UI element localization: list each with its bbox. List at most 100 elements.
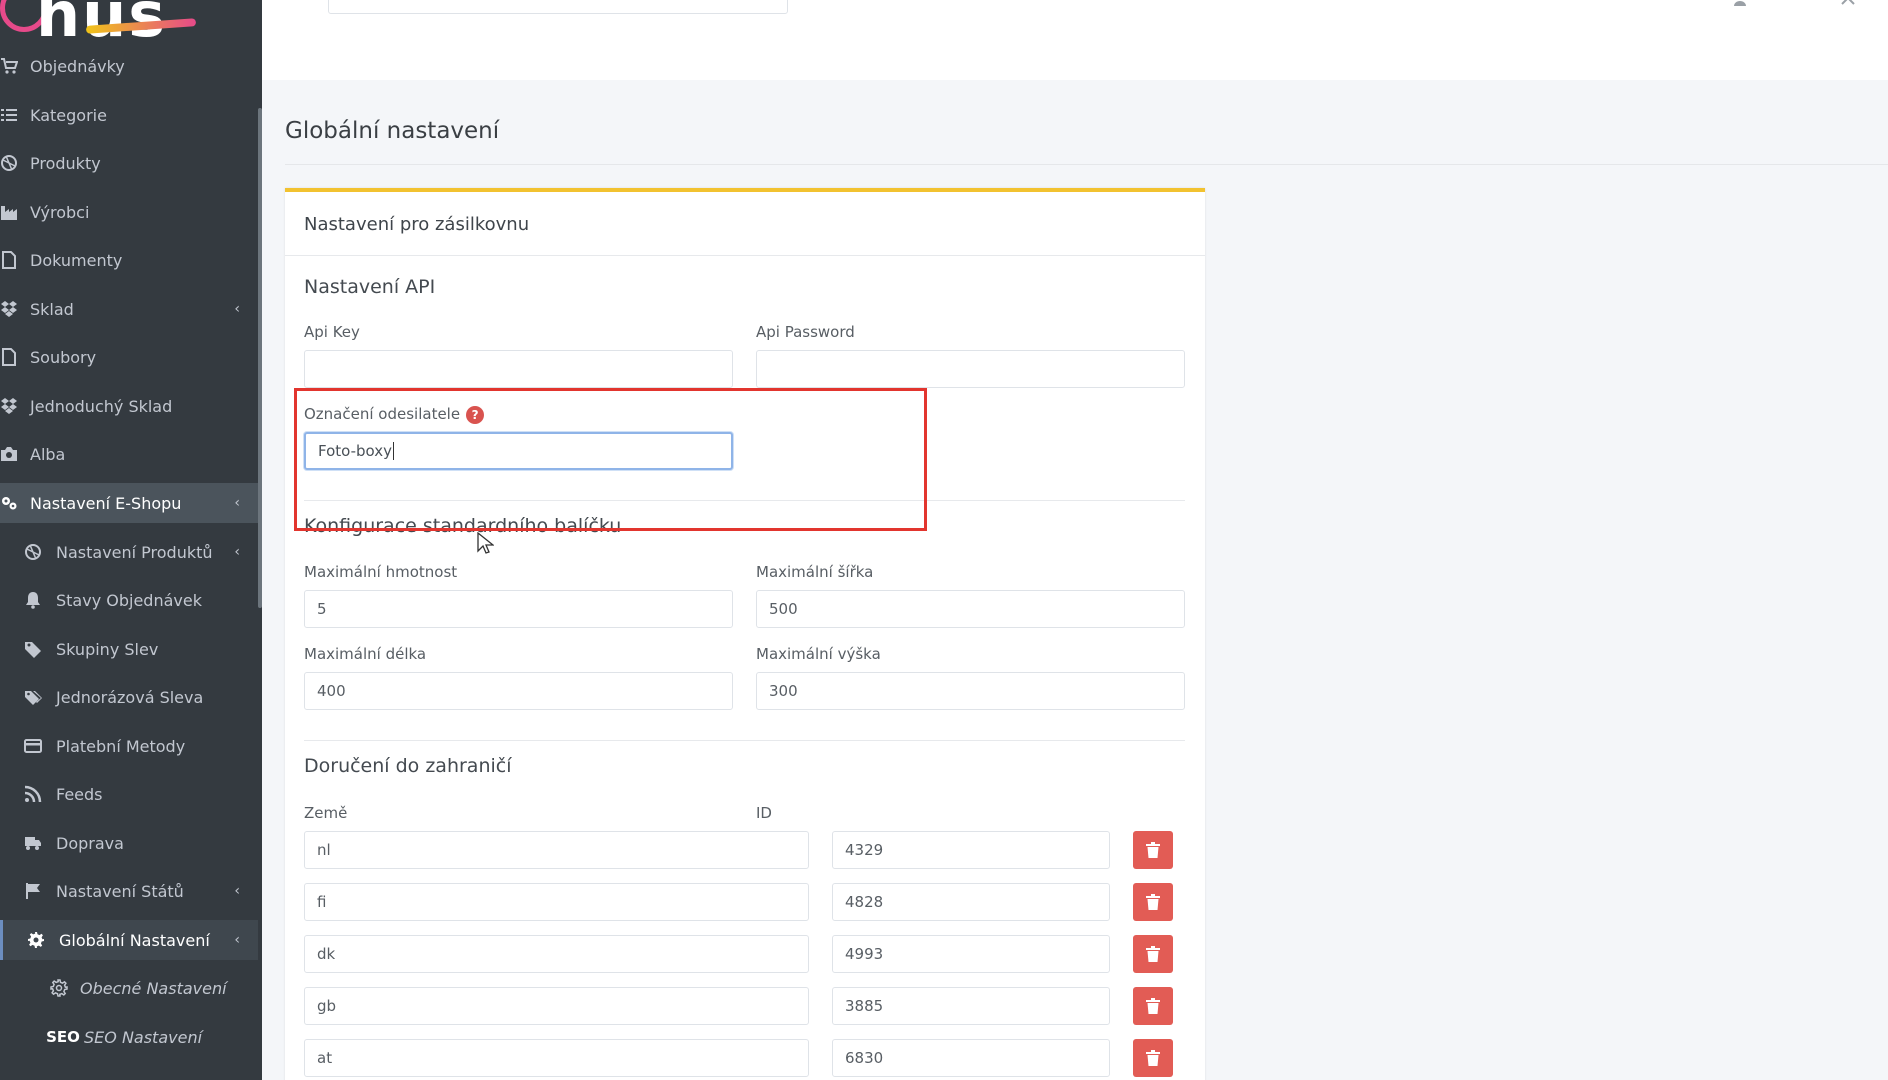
list-icon	[0, 104, 20, 126]
abroad-section-title: Doručení do zahraničí	[304, 755, 512, 777]
sidebar-item-feeds[interactable]: Feeds	[0, 774, 258, 814]
delete-row-button[interactable]	[1133, 935, 1173, 973]
delete-row-button[interactable]	[1133, 883, 1173, 921]
cart-icon	[0, 55, 20, 77]
sidebar-item-platebni-metody[interactable]: Platební Metody	[0, 726, 258, 766]
page-title: Globální nastavení	[285, 118, 500, 144]
trash-icon	[1146, 1050, 1160, 1066]
truck-icon	[22, 832, 44, 854]
max-width-input[interactable]: 500	[756, 590, 1185, 628]
sidebar-item-stavy-objednavek[interactable]: Stavy Objednávek	[0, 580, 258, 620]
sidebar-item-label: Objednávky	[30, 56, 125, 76]
sidebar-item-nastaveni-statu[interactable]: Nastavení Států ‹	[0, 871, 258, 911]
zasilkovna-settings-card: Nastavení pro zásilkovnu Nastavení API A…	[285, 188, 1205, 1080]
sidebar-item-label: Obecné Nastavení	[80, 978, 227, 998]
sidebar-item-dokumenty[interactable]: Dokumenty	[0, 240, 258, 280]
max-length-label: Maximální délka	[304, 645, 427, 663]
card-title: Nastavení pro zásilkovnu	[304, 214, 530, 235]
tags-icon	[22, 686, 44, 708]
sidebar-item-soubory[interactable]: Soubory	[0, 337, 258, 377]
country-input[interactable]: dk	[304, 935, 809, 973]
highlight-annotation	[294, 388, 927, 531]
country-input[interactable]: nl	[304, 831, 809, 869]
tag-icon	[22, 638, 44, 660]
sidebar-item-label: Kategorie	[30, 105, 107, 125]
country-id-input[interactable]: 4993	[832, 935, 1110, 973]
sidebar-item-vyrobci[interactable]: Výrobci	[0, 192, 258, 232]
chevron-left-icon: ‹	[234, 301, 240, 317]
seo-icon: SEO	[46, 1028, 80, 1046]
title-divider	[285, 164, 1888, 165]
country-column-label: Země	[304, 804, 348, 822]
sidebar-item-jednorazova-sleva[interactable]: Jednorázová Sleva	[0, 677, 258, 717]
trash-icon	[1146, 894, 1160, 910]
user-icon[interactable]	[1732, 0, 1748, 6]
sidebar-item-label: Jednoduchý Sklad	[30, 396, 173, 416]
sidebar: hus Objednávky Kategorie Produkty Výrobc…	[0, 0, 262, 1080]
country-input[interactable]: gb	[304, 987, 809, 1025]
sidebar-item-skupiny-slev[interactable]: Skupiny Slev	[0, 629, 258, 669]
sidebar-item-label: Globální Nastavení	[59, 930, 210, 950]
ball-icon	[0, 152, 20, 174]
sidebar-item-objednavky[interactable]: Objednávky	[0, 46, 258, 86]
trash-icon	[1146, 946, 1160, 962]
sidebar-item-label: Feeds	[56, 784, 103, 804]
country-input[interactable]: at	[304, 1039, 809, 1077]
api-key-label: Api Key	[304, 323, 360, 341]
sidebar-item-label: Skupiny Slev	[56, 639, 159, 659]
sidebar-item-globalni-nastaveni[interactable]: Globální Nastavení ‹	[0, 920, 258, 960]
chevron-left-icon: ‹	[234, 495, 240, 511]
max-width-label: Maximální šířka	[756, 563, 874, 581]
country-id-input[interactable]: 4329	[832, 831, 1110, 869]
delete-row-button[interactable]	[1133, 1039, 1173, 1077]
cog-icon	[48, 977, 70, 999]
country-id-input[interactable]: 6830	[832, 1039, 1110, 1077]
country-input[interactable]: fi	[304, 883, 809, 921]
sidebar-item-label: Nastavení Států	[56, 881, 184, 901]
chevron-left-icon: ‹	[234, 883, 240, 899]
sidebar-item-jednoduchy-sklad[interactable]: Jednoduchý Sklad	[0, 386, 258, 426]
dropbox-icon	[0, 298, 20, 320]
delete-row-button[interactable]	[1133, 987, 1173, 1025]
flag-icon	[22, 880, 44, 902]
section-divider	[304, 740, 1185, 741]
sidebar-item-nastaveni-e-shopu[interactable]: Nastavení E-Shopu ‹	[0, 483, 258, 523]
sidebar-item-seo-nastaveni[interactable]: SEO SEO Nastavení	[0, 1017, 258, 1057]
sidebar-item-nastaveni-produktu[interactable]: Nastavení Produktů ‹	[0, 532, 258, 572]
sidebar-item-produkty[interactable]: Produkty	[0, 143, 258, 183]
sidebar-item-label: Jednorázová Sleva	[56, 687, 204, 707]
api-key-input[interactable]	[304, 350, 733, 388]
chevron-left-icon: ‹	[234, 932, 240, 948]
max-weight-input[interactable]: 5	[304, 590, 733, 628]
country-id-input[interactable]: 3885	[832, 987, 1110, 1025]
dropbox-icon	[0, 395, 20, 417]
delete-row-button[interactable]	[1133, 831, 1173, 869]
trash-icon	[1146, 842, 1160, 858]
sidebar-item-doprava[interactable]: Doprava	[0, 823, 258, 863]
max-weight-label: Maximální hmotnost	[304, 563, 458, 581]
sidebar-item-label: Doprava	[56, 833, 124, 853]
trash-icon	[1146, 998, 1160, 1014]
gear-icon	[25, 929, 47, 951]
sidebar-item-label: Stavy Objednávek	[56, 590, 202, 610]
sidebar-item-alba[interactable]: Alba	[0, 434, 258, 474]
mouse-cursor-icon	[477, 532, 494, 554]
search-input[interactable]	[328, 0, 788, 14]
country-id-input[interactable]: 4828	[832, 883, 1110, 921]
factory-icon	[0, 201, 20, 223]
file-icon	[0, 249, 20, 271]
sidebar-item-label: Dokumenty	[30, 250, 123, 270]
max-length-input[interactable]: 400	[304, 672, 733, 710]
api-password-label: Api Password	[756, 323, 855, 341]
api-password-input[interactable]	[756, 350, 1185, 388]
max-height-input[interactable]: 300	[756, 672, 1185, 710]
api-section-title: Nastavení API	[304, 276, 436, 298]
sidebar-item-kategorie[interactable]: Kategorie	[0, 95, 258, 135]
sidebar-scrollbar[interactable]	[258, 108, 262, 608]
sidebar-item-sklad[interactable]: Sklad ‹	[0, 289, 258, 329]
chevron-left-icon: ‹	[234, 544, 240, 560]
sidebar-item-obecne-nastaveni[interactable]: Obecné Nastavení	[0, 968, 258, 1008]
expand-icon[interactable]	[1840, 0, 1856, 6]
app-logo[interactable]: hus	[0, 0, 200, 51]
sidebar-item-label: Nastavení Produktů	[56, 542, 213, 562]
